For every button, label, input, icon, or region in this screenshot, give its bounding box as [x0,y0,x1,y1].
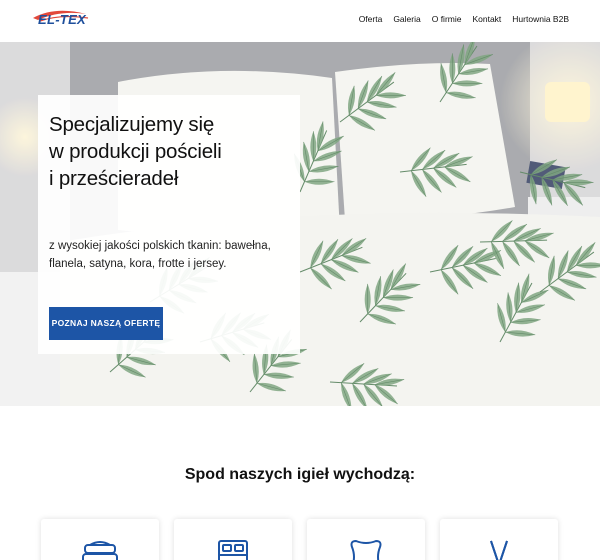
offer-cta-button[interactable]: POZNAJ NASZĄ OFERTĘ [49,307,163,340]
hero-title: Specjalizujemy się w produkcji pościeli … [49,111,294,192]
product-card-1[interactable] [41,519,159,560]
nav-o-firmie[interactable]: O firmie [432,14,462,24]
pillow-icon [350,539,382,560]
hero-title-line-1: Specjalizujemy się [49,113,215,136]
nav-oferta[interactable]: Oferta [359,14,383,24]
hero-title-line-2: w produkcji pościeli [49,140,222,163]
nav-kontakt[interactable]: Kontakt [472,14,501,24]
ribbon-icon [490,540,508,560]
bedding-stack-icon [82,541,118,560]
hero-title-line-3: i prześcieradeł [49,167,179,190]
site-header: EL-TEX Oferta Galeria O firmie Kontakt H… [0,0,600,42]
hero-card: Specjalizujemy się w produkcji pościeli … [38,95,300,354]
nav-hurtownia-b2b[interactable]: Hurtownia B2B [512,14,569,24]
product-card-2[interactable] [174,519,292,560]
nav-galeria[interactable]: Galeria [393,14,420,24]
hero-subtitle: z wysokiej jakości polskich tkanin: bawe… [49,240,271,270]
product-card-4[interactable] [440,519,558,560]
product-card-3[interactable] [307,519,425,560]
main-nav: Oferta Galeria O firmie Kontakt Hurtowni… [359,14,569,24]
products-section-title: Spod naszych igieł wychodzą: [184,466,416,483]
hero-banner: Specjalizujemy się w produkcji pościeli … [0,42,600,406]
bed-icon [218,540,248,560]
logo-text[interactable]: EL-TEX [38,12,86,27]
